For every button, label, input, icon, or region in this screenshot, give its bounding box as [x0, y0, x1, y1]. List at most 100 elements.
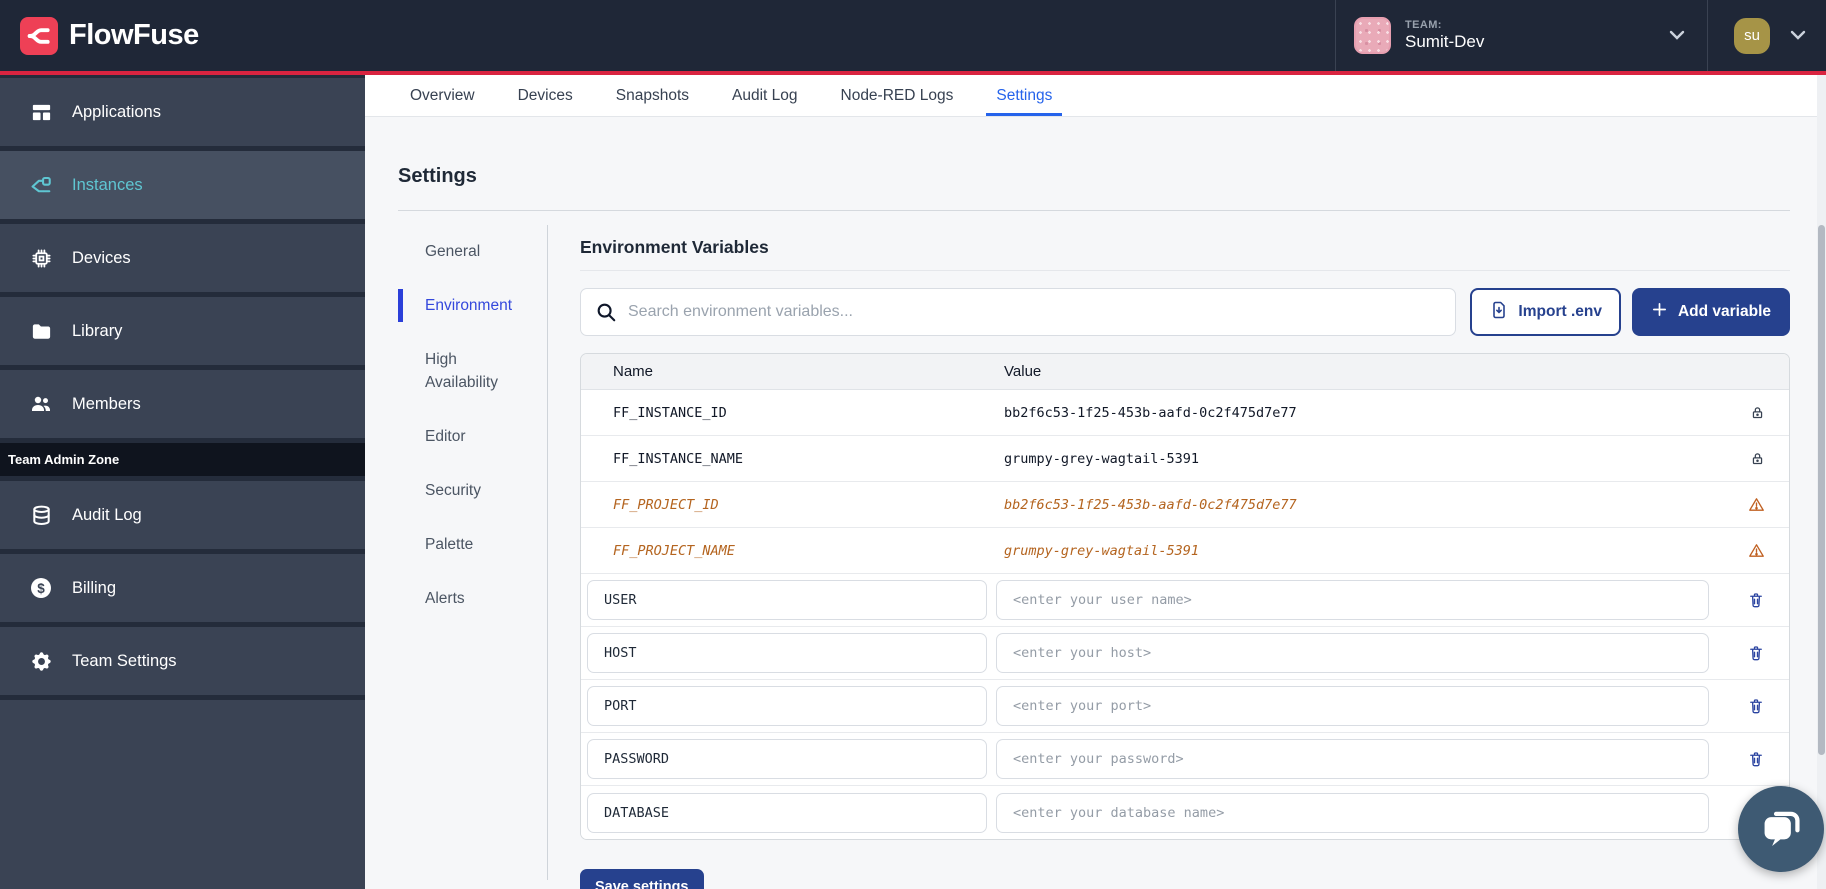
- sidebar-item-members[interactable]: Members: [0, 370, 365, 438]
- scrollbar-track[interactable]: [1817, 75, 1826, 889]
- chat-widget-button[interactable]: [1738, 786, 1824, 872]
- sidebar-item-label: Billing: [72, 579, 116, 598]
- sidebar-item-devices[interactable]: Devices: [0, 224, 365, 292]
- chevron-down-icon: [1669, 27, 1685, 45]
- sidebar-item-applications[interactable]: Applications: [0, 78, 365, 146]
- tab-snapshots[interactable]: Snapshots: [606, 75, 699, 116]
- env-var-name: FF_PROJECT_NAME: [613, 543, 1004, 559]
- env-var-value: grumpy-grey-wagtail-5391: [1004, 543, 1743, 559]
- main-panel: Overview Devices Snapshots Audit Log Nod…: [365, 75, 1826, 889]
- warning-icon: [1743, 542, 1765, 559]
- searchbox: [580, 288, 1456, 336]
- flowfuse-logo-icon: [20, 17, 58, 55]
- page-title: Settings: [398, 165, 1790, 188]
- env-var-value-input[interactable]: [996, 739, 1709, 779]
- gear-icon: [28, 650, 54, 673]
- import-env-button[interactable]: Import .env: [1470, 288, 1621, 336]
- sidebar-item-billing[interactable]: $ Billing: [0, 554, 365, 622]
- svg-text:$: $: [37, 581, 45, 596]
- environment-section: Environment Variables: [580, 225, 1790, 880]
- topbar-right: TEAM: Sumit-Dev su: [1335, 0, 1826, 71]
- table-row-deprecated: FF_PROJECT_ID bb2f6c53-1f25-453b-aafd-0c…: [581, 482, 1789, 528]
- tab-node-red-logs[interactable]: Node-RED Logs: [831, 75, 964, 116]
- table-row-editable: [581, 627, 1789, 680]
- team-avatar: [1354, 17, 1391, 54]
- env-var-value-input[interactable]: [996, 633, 1709, 673]
- env-var-value-input[interactable]: [996, 793, 1709, 833]
- sidebar-item-label: Instances: [72, 176, 143, 195]
- trash-icon[interactable]: [1743, 750, 1765, 768]
- trash-icon[interactable]: [1743, 697, 1765, 715]
- env-var-value: bb2f6c53-1f25-453b-aafd-0c2f475d7e77: [1004, 497, 1743, 513]
- brand-name: FlowFuse: [69, 19, 199, 52]
- sidebar-item-label: Team Settings: [72, 652, 177, 671]
- chevron-down-icon: [1790, 27, 1806, 45]
- team-name: Sumit-Dev: [1405, 32, 1484, 52]
- settings-subnav: General Environment High Availability Ed…: [398, 225, 548, 880]
- env-var-name-input[interactable]: [587, 686, 987, 726]
- trash-icon[interactable]: [1743, 591, 1765, 609]
- topbar: FlowFuse TEAM: Sumit-Dev su: [0, 0, 1826, 71]
- subnav-item-security[interactable]: Security: [398, 474, 526, 507]
- team-label: TEAM:: [1405, 19, 1484, 32]
- tab-audit-log[interactable]: Audit Log: [722, 75, 808, 116]
- subnav-item-environment[interactable]: Environment: [398, 289, 526, 322]
- sidebar-item-label: Applications: [72, 103, 161, 122]
- save-settings-button[interactable]: Save settings: [580, 869, 704, 889]
- trash-icon[interactable]: [1743, 644, 1765, 662]
- table-row: FF_INSTANCE_ID bb2f6c53-1f25-453b-aafd-0…: [581, 390, 1789, 436]
- sidebar-item-instances[interactable]: Instances: [0, 151, 365, 219]
- section-divider: [580, 270, 1790, 271]
- add-variable-button[interactable]: Add variable: [1632, 288, 1790, 336]
- search-input[interactable]: [580, 288, 1456, 336]
- subnav-item-high-availability[interactable]: High Availability: [398, 343, 526, 399]
- users-icon: [28, 392, 54, 416]
- title-divider: [398, 210, 1790, 211]
- brand[interactable]: FlowFuse: [0, 0, 199, 71]
- user-menu[interactable]: su: [1707, 0, 1826, 71]
- user-avatar: su: [1734, 18, 1770, 54]
- env-var-value-input[interactable]: [996, 580, 1709, 620]
- database-icon: [28, 504, 54, 527]
- sidebar-item-label: Devices: [72, 249, 131, 268]
- folder-icon: [28, 320, 54, 343]
- dollar-icon: $: [28, 576, 54, 600]
- sidebar-item-audit-log[interactable]: Audit Log: [0, 481, 365, 549]
- env-var-name-input[interactable]: [587, 739, 987, 779]
- flowfuse-app: FlowFuse TEAM: Sumit-Dev su: [0, 0, 1826, 889]
- subnav-item-alerts[interactable]: Alerts: [398, 582, 526, 615]
- subnav-item-editor[interactable]: Editor: [398, 420, 526, 453]
- env-var-name-input[interactable]: [587, 633, 987, 673]
- search-icon: [595, 301, 617, 328]
- env-var-value: bb2f6c53-1f25-453b-aafd-0c2f475d7e77: [1004, 405, 1743, 421]
- subnav-item-palette[interactable]: Palette: [398, 528, 526, 561]
- tab-overview[interactable]: Overview: [400, 75, 485, 116]
- team-selector[interactable]: TEAM: Sumit-Dev: [1335, 0, 1707, 71]
- env-var-name: FF_INSTANCE_NAME: [613, 451, 1004, 467]
- sidebar: Applications Instances: [0, 75, 365, 889]
- sidebar-item-label: Audit Log: [72, 506, 142, 525]
- env-var-value-input[interactable]: [996, 686, 1709, 726]
- sidebar-item-library[interactable]: Library: [0, 297, 365, 365]
- settings-content: Settings General Environment High Availa…: [365, 117, 1826, 889]
- env-var-name: FF_PROJECT_ID: [613, 497, 1004, 513]
- column-header-name: Name: [613, 363, 1004, 380]
- scrollbar-thumb[interactable]: [1818, 225, 1825, 755]
- applications-icon: [28, 101, 54, 124]
- env-variables-table: Name Value FF_INSTANCE_ID bb2f6c53-1f25-…: [580, 353, 1790, 840]
- env-var-name-input[interactable]: [587, 793, 987, 833]
- team-text: TEAM: Sumit-Dev: [1405, 19, 1484, 53]
- table-row-editable: [581, 680, 1789, 733]
- tab-devices[interactable]: Devices: [508, 75, 583, 116]
- env-var-name-input[interactable]: [587, 580, 987, 620]
- env-toolbar: Import .env Add variable: [580, 288, 1790, 336]
- section-title: Environment Variables: [580, 237, 1790, 258]
- tab-settings[interactable]: Settings: [986, 75, 1062, 116]
- subnav-item-general[interactable]: General: [398, 235, 526, 268]
- column-header-value: Value: [1004, 363, 1743, 380]
- team-admin-zone-label: Team Admin Zone: [0, 443, 365, 476]
- warning-icon: [1743, 496, 1765, 513]
- instances-icon: [28, 173, 54, 198]
- sidebar-item-label: Library: [72, 322, 122, 341]
- sidebar-item-team-settings[interactable]: Team Settings: [0, 627, 365, 695]
